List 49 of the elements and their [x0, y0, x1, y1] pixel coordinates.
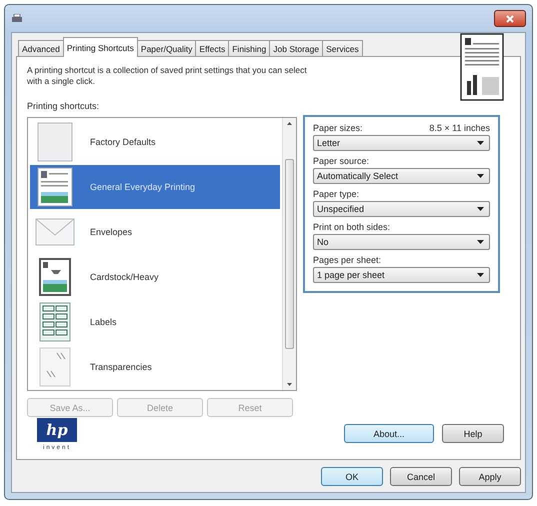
setting-dropdown[interactable]: No: [313, 234, 490, 250]
setting-dropdown[interactable]: Automatically Select: [313, 168, 490, 184]
shortcuts-list[interactable]: Factory Defaults General Everyday Printing Envelopes Cardstock/Heavy Labels Transparencies: [27, 117, 297, 391]
labels-sheet-icon: [39, 302, 71, 342]
caret-icon: [477, 174, 484, 178]
tab[interactable]: Printing Shortcuts: [62, 37, 138, 57]
tab[interactable]: Advanced: [18, 40, 64, 57]
panel-button[interactable]: About...: [344, 424, 434, 443]
document-icon: [37, 167, 73, 207]
shortcut-item[interactable]: Labels: [30, 300, 280, 344]
close-icon: [506, 14, 514, 22]
setting-label: Print on both sides:: [313, 222, 390, 232]
envelope-icon: [35, 218, 75, 246]
scrollbar[interactable]: [282, 118, 296, 390]
shortcut-item[interactable]: Cardstock/Heavy: [30, 255, 280, 299]
scroll-thumb[interactable]: [285, 159, 294, 349]
setting-dropdown[interactable]: Letter: [313, 135, 490, 151]
setting-dropdown[interactable]: 1 page per sheet: [313, 267, 490, 283]
dialog-button[interactable]: Cancel: [390, 467, 452, 486]
shortcut-item[interactable]: Envelopes: [30, 210, 280, 254]
blank-page-icon: [37, 122, 73, 162]
scroll-up-icon: [287, 122, 292, 125]
tab[interactable]: Effects: [195, 40, 230, 57]
setting-label: Paper type:: [313, 189, 360, 199]
setting-dropdown[interactable]: Unspecified: [313, 201, 490, 217]
close-button[interactable]: [494, 10, 526, 27]
caret-icon: [477, 240, 484, 244]
shortcut-item[interactable]: Factory Defaults: [30, 120, 280, 164]
tab[interactable]: Finishing: [228, 40, 270, 57]
cardstock-icon: [39, 258, 71, 296]
caret-icon: [477, 273, 484, 277]
shortcut-item[interactable]: Transparencies: [30, 345, 280, 389]
paper-size-dimensions: 8.5 × 11 inches: [429, 123, 490, 133]
shortcuts-label: Printing shortcuts:: [27, 101, 100, 111]
caret-icon: [477, 141, 484, 145]
description-text: A printing shortcut is a collection of saved print settings that you can select with a single click.: [27, 65, 308, 87]
setting-label: Paper sizes:: [313, 123, 363, 133]
transparency-sheet-icon: [39, 347, 71, 387]
setting-label: Pages per sheet:: [313, 255, 382, 265]
shortcut-item[interactable]: General Everyday Printing: [30, 165, 280, 209]
logo-mark: hp: [37, 418, 77, 442]
dialog-button[interactable]: OK: [321, 467, 383, 486]
setting-label: Paper source:: [313, 156, 370, 166]
tab[interactable]: Job Storage: [269, 40, 324, 57]
scroll-down-icon: [287, 383, 292, 386]
panel-button[interactable]: Help: [442, 424, 504, 443]
caret-icon: [477, 207, 484, 211]
tab[interactable]: Services: [322, 40, 363, 57]
dialog-button[interactable]: Apply: [459, 467, 521, 486]
